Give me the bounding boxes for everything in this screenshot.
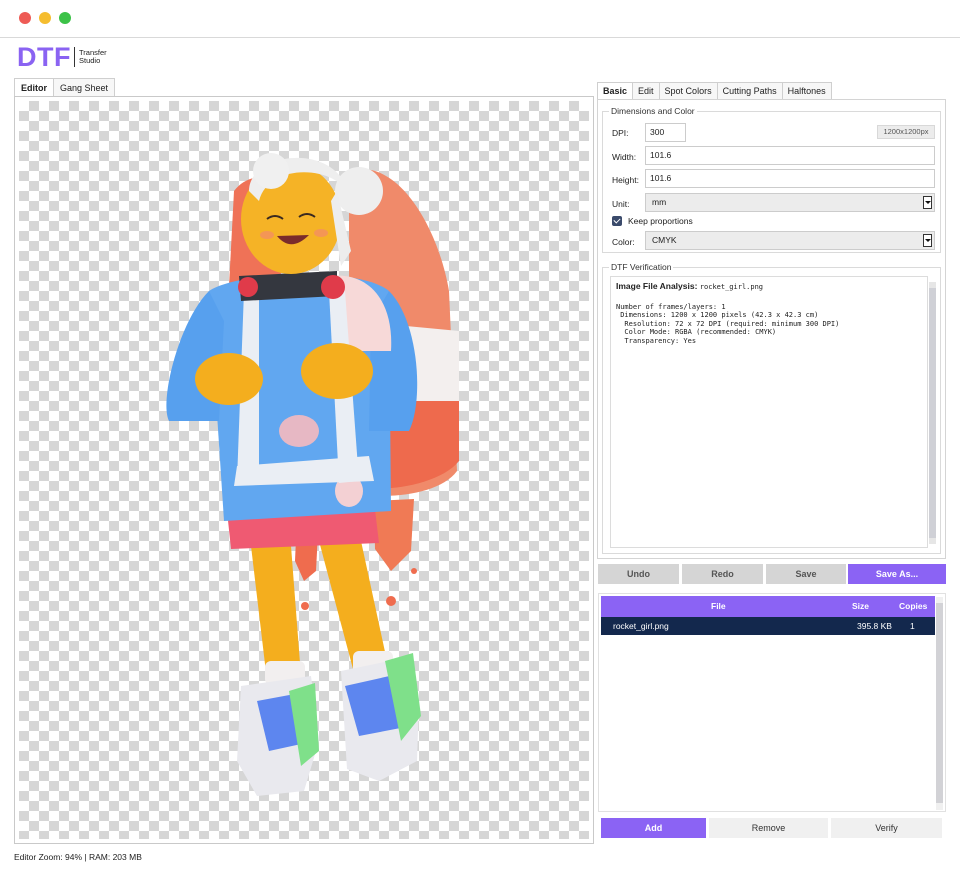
table-scrollbar-thumb[interactable] [936,603,943,803]
editor-panel [14,96,594,844]
dimensions-group: Dimensions and Color DPI: 300 1200x1200p… [602,106,941,253]
row-size: 395.8 KB [857,621,892,631]
color-select-value: CMYK [652,235,677,245]
app-logo: DTF Transfer Studio [17,42,107,72]
height-label: Height: [612,175,639,185]
minimize-window-button[interactable] [39,12,51,24]
dimensions-group-title: Dimensions and Color [609,106,697,117]
remove-button[interactable]: Remove [709,818,828,838]
unit-select-value: mm [652,197,667,207]
verification-group: DTF Verification Image File Analysis: ro… [602,262,941,554]
report-scrollbar[interactable] [929,282,936,544]
logo-line-2: Studio [78,56,101,65]
tab-edit[interactable]: Edit [632,82,660,100]
report-line: Color Mode: RGBA (recommended: CMYK) [616,328,777,337]
tab-editor[interactable]: Editor [14,78,54,98]
redo-button[interactable]: Redo [682,564,763,584]
dpi-input[interactable]: 300 [645,123,686,142]
color-label: Color: [612,237,635,247]
report-line: Transparency: Yes [616,336,697,345]
report-line: Resolution: 72 x 72 DPI (required: minim… [616,319,840,328]
table-header: File Size Copies [601,596,935,617]
table-scrollbar[interactable] [936,597,943,810]
report-line: Number of frames/layers: 1 [616,302,726,311]
report-scrollbar-thumb[interactable] [929,288,936,538]
verify-button[interactable]: Verify [831,818,942,838]
add-button[interactable]: Add [601,818,706,838]
undo-button[interactable]: Undo [598,564,679,584]
keep-proportions-label: Keep proportions [628,216,693,226]
rocket-girl-image [166,153,459,796]
report-filename: rocket_girl.png [699,283,764,291]
file-table: File Size Copies rocket_girl.png 395.8 K… [598,593,946,812]
editor-tabs: Editor Gang Sheet [14,78,116,98]
close-window-button[interactable] [19,12,31,24]
tab-cutting-paths[interactable]: Cutting Paths [716,82,783,100]
chevron-down-icon [923,234,932,247]
save-as-button[interactable]: Save As... [848,564,946,584]
logo-mark: DTF [17,42,71,72]
dpi-label: DPI: [612,128,629,138]
report-heading-label: Image File Analysis: [616,281,698,291]
tab-halftones[interactable]: Halftones [781,82,832,100]
column-header-file[interactable]: File [711,596,726,617]
unit-label: Unit: [612,199,630,209]
logo-divider [73,47,75,67]
save-button[interactable]: Save [766,564,846,584]
logo-subtitle: Transfer Studio [79,49,107,65]
verification-group-title: DTF Verification [609,262,674,273]
column-header-size[interactable]: Size [852,596,869,617]
basic-settings-panel: Dimensions and Color DPI: 300 1200x1200p… [597,99,946,559]
table-row[interactable]: rocket_girl.png 395.8 KB 1 [601,617,935,635]
report-heading: Image File Analysis: rocket_girl.png [616,281,922,292]
report-line: Dimensions: 1200 x 1200 pixels (42.3 x 4… [616,311,819,320]
pixel-size-badge: 1200x1200px [877,125,935,139]
tab-basic[interactable]: Basic [597,82,634,100]
column-header-copies[interactable]: Copies [899,596,927,617]
unit-select[interactable]: mm [645,193,935,212]
height-input[interactable]: 101.6 [645,169,935,188]
verification-report[interactable]: Image File Analysis: rocket_girl.png Num… [610,276,928,548]
editor-canvas[interactable] [19,101,589,839]
keep-proportions-checkbox[interactable] [612,216,622,226]
maximize-window-button[interactable] [59,12,71,24]
tab-gang-sheet[interactable]: Gang Sheet [53,78,116,97]
chevron-down-icon [923,196,932,209]
row-copies: 1 [910,621,915,631]
width-input[interactable]: 101.6 [645,146,935,165]
width-label: Width: [612,152,637,162]
status-bar: Editor Zoom: 94% | RAM: 203 MB [14,852,142,862]
settings-tabs: Basic Edit Spot Colors Cutting Paths Hal… [597,82,832,100]
row-file: rocket_girl.png [613,621,669,631]
color-mode-select[interactable]: CMYK [645,231,935,250]
tab-spot-colors[interactable]: Spot Colors [658,82,718,100]
title-bar [0,0,960,38]
